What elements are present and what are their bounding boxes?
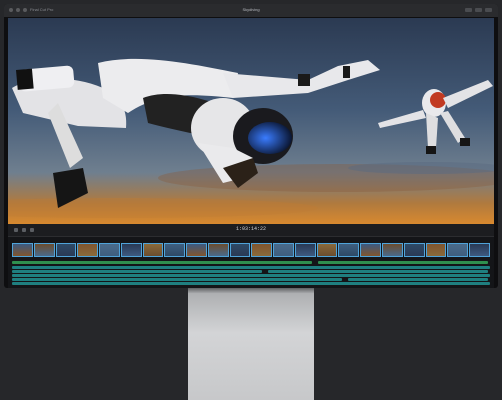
timeline-clip[interactable] [338,243,360,257]
audio-track-clip[interactable] [318,261,488,264]
inspector-toggle-icon[interactable] [475,8,482,12]
timeline-clip[interactable] [403,243,425,257]
playhead-timecode: 1:03:14:22 [235,226,266,232]
timeline-clip[interactable] [447,243,469,257]
library-toggle-icon[interactable] [465,8,472,12]
monitor-stand [188,288,314,400]
timeline-clip[interactable] [469,243,490,257]
window-titlebar: Final Cut Pro Skydiving [4,4,498,17]
viewer-controls-bar: 1:03:14:22 [8,224,494,237]
viewer-frame [8,18,494,224]
audio-track-clip[interactable] [12,278,342,281]
share-icon[interactable] [485,8,492,12]
audio-track-clip[interactable] [12,266,490,269]
timeline-clip[interactable] [33,243,55,257]
timeline-clip[interactable] [120,243,142,257]
audio-track-clip[interactable] [348,278,488,281]
audio-track-clip[interactable] [12,282,490,285]
timeline-clip[interactable] [99,243,120,257]
timeline-clip[interactable] [294,243,316,257]
timeline-clip[interactable] [207,243,229,257]
audio-track-clip[interactable] [12,274,490,277]
timeline-clip[interactable] [164,243,186,257]
audio-track-clip[interactable] [12,270,262,273]
timeline-clip[interactable] [229,243,251,257]
timeline-clip[interactable] [382,243,403,257]
audio-track-clip[interactable] [12,261,312,264]
timeline-clip[interactable] [186,243,207,257]
timeline-clip[interactable] [273,243,294,257]
timeline-clip[interactable] [55,243,77,257]
monitor-display: Final Cut Pro Skydiving 1:03:14:22 [4,4,498,288]
window-title: Skydiving [242,7,260,12]
video-viewer[interactable] [8,18,494,224]
stand-shadow [188,288,314,294]
timeline-clip[interactable] [77,243,99,257]
timeline-clip[interactable] [251,243,273,257]
timeline-clip[interactable] [316,243,338,257]
audio-track-clip[interactable] [268,270,488,273]
timeline-clip[interactable] [142,243,164,257]
timeline-clip[interactable] [12,243,33,257]
timeline-clip[interactable] [360,243,382,257]
timeline-panel[interactable] [8,237,494,288]
toolbar-right [465,8,492,12]
timeline-clip[interactable] [425,243,447,257]
primary-storyline[interactable] [12,243,490,257]
